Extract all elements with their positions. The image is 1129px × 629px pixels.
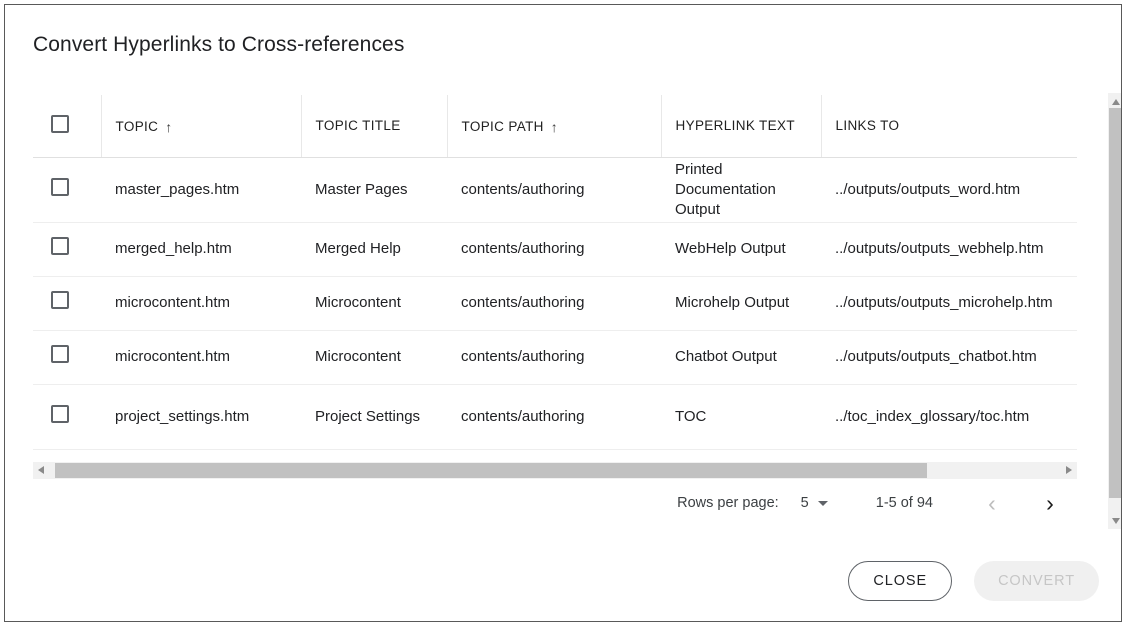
header-hyperlink-text-label: HYPERLINK TEXT bbox=[676, 118, 807, 133]
cell-links-to: ../outputs/outputs_webhelp.htm bbox=[821, 222, 1077, 276]
close-button[interactable]: CLOSE bbox=[848, 561, 952, 601]
header-topic-title-label: TOPIC TITLE bbox=[316, 118, 433, 133]
cell-topic-title: Master Pages bbox=[301, 157, 447, 222]
cell-topic-path: contents/authoring bbox=[447, 384, 661, 449]
table-scroll-container[interactable]: TOPIC ↑ TOPIC TITLE TOPIC PATH ↑ HYPERLINK… bbox=[33, 95, 1077, 461]
cell-topic-title: Project Settings bbox=[301, 384, 447, 449]
row-checkbox-cell[interactable] bbox=[33, 157, 101, 222]
hyperlinks-table-region: TOPIC ↑ TOPIC TITLE TOPIC PATH ↑ HYPERLINK… bbox=[33, 95, 1077, 527]
next-page-button[interactable]: › bbox=[1031, 484, 1069, 522]
row-checkbox-cell[interactable] bbox=[33, 384, 101, 449]
vertical-scrollbar-thumb[interactable] bbox=[1109, 108, 1122, 498]
table-paginator: Rows per page: 5 1-5 of 94 ‹ › bbox=[33, 479, 1077, 527]
cell-links-to: ../outputs/outputs_chatbot.htm bbox=[821, 330, 1077, 384]
row-checkbox[interactable] bbox=[51, 405, 69, 423]
cell-topic-path: contents/authoring bbox=[447, 276, 661, 330]
cell-topic: microcontent.htm bbox=[101, 330, 301, 384]
row-checkbox-cell[interactable] bbox=[33, 330, 101, 384]
rows-per-page-value: 5 bbox=[801, 495, 809, 511]
header-topic-path-label: TOPIC PATH bbox=[462, 119, 544, 134]
sort-ascending-icon[interactable]: ↑ bbox=[551, 119, 558, 135]
table-row[interactable]: microcontent.htm Microcontent contents/a… bbox=[33, 330, 1077, 384]
header-select-all-cell[interactable] bbox=[33, 95, 101, 157]
cell-topic-path: contents/authoring bbox=[447, 157, 661, 222]
scroll-left-arrow-icon[interactable] bbox=[33, 462, 50, 479]
cell-topic-path: contents/authoring bbox=[447, 330, 661, 384]
dialog-footer: CLOSE CONVERT bbox=[848, 561, 1099, 601]
cell-hyperlink-text: TOC bbox=[661, 384, 821, 449]
table-row[interactable]: master_pages.htm Master Pages contents/a… bbox=[33, 157, 1077, 222]
cell-hyperlink-text: Microhelp Output bbox=[661, 276, 821, 330]
cell-links-to: ../outputs/outputs_microhelp.htm bbox=[821, 276, 1077, 330]
header-links-to-label: LINKS TO bbox=[836, 118, 1078, 133]
table-header-row: TOPIC ↑ TOPIC TITLE TOPIC PATH ↑ HYPERLINK… bbox=[33, 95, 1077, 157]
cell-hyperlink-text: Printed Documentation Output bbox=[661, 157, 821, 222]
select-all-checkbox[interactable] bbox=[51, 115, 69, 133]
chevron-down-icon[interactable] bbox=[818, 501, 828, 506]
cell-topic: master_pages.htm bbox=[101, 157, 301, 222]
scroll-right-arrow-icon[interactable] bbox=[1060, 462, 1077, 479]
rows-per-page-label: Rows per page: bbox=[677, 495, 779, 511]
table-row[interactable]: microcontent.htm Microcontent contents/a… bbox=[33, 276, 1077, 330]
hyperlinks-table: TOPIC ↑ TOPIC TITLE TOPIC PATH ↑ HYPERLINK… bbox=[33, 95, 1077, 450]
convert-button[interactable]: CONVERT bbox=[974, 561, 1099, 601]
row-checkbox-cell[interactable] bbox=[33, 222, 101, 276]
row-checkbox[interactable] bbox=[51, 291, 69, 309]
cell-hyperlink-text: Chatbot Output bbox=[661, 330, 821, 384]
sort-ascending-icon[interactable]: ↑ bbox=[165, 119, 172, 135]
row-checkbox[interactable] bbox=[51, 178, 69, 196]
header-links-to[interactable]: LINKS TO bbox=[821, 95, 1077, 157]
convert-hyperlinks-dialog: Convert Hyperlinks to Cross-references T… bbox=[4, 4, 1122, 622]
cell-topic-path: contents/authoring bbox=[447, 222, 661, 276]
horizontal-scrollbar-thumb[interactable] bbox=[55, 463, 927, 478]
row-checkbox-cell[interactable] bbox=[33, 276, 101, 330]
cell-topic-title: Microcontent bbox=[301, 330, 447, 384]
cell-topic: microcontent.htm bbox=[101, 276, 301, 330]
header-topic-title[interactable]: TOPIC TITLE bbox=[301, 95, 447, 157]
cell-hyperlink-text: WebHelp Output bbox=[661, 222, 821, 276]
header-topic-label: TOPIC bbox=[116, 119, 159, 134]
cell-topic: merged_help.htm bbox=[101, 222, 301, 276]
previous-page-button[interactable]: ‹ bbox=[973, 484, 1011, 522]
cell-links-to: ../outputs/outputs_word.htm bbox=[821, 157, 1077, 222]
scroll-down-arrow-icon[interactable] bbox=[1108, 512, 1122, 529]
table-row[interactable]: project_settings.htm Project Settings co… bbox=[33, 384, 1077, 449]
header-hyperlink-text[interactable]: HYPERLINK TEXT bbox=[661, 95, 821, 157]
header-topic[interactable]: TOPIC ↑ bbox=[101, 95, 301, 157]
table-horizontal-scrollbar[interactable] bbox=[33, 461, 1077, 479]
dialog-title: Convert Hyperlinks to Cross-references bbox=[33, 31, 404, 59]
cell-topic: project_settings.htm bbox=[101, 384, 301, 449]
table-row[interactable]: merged_help.htm Merged Help contents/aut… bbox=[33, 222, 1077, 276]
header-topic-path[interactable]: TOPIC PATH ↑ bbox=[447, 95, 661, 157]
dialog-vertical-scrollbar[interactable] bbox=[1108, 93, 1122, 529]
cell-topic-title: Merged Help bbox=[301, 222, 447, 276]
row-checkbox[interactable] bbox=[51, 237, 69, 255]
row-checkbox[interactable] bbox=[51, 345, 69, 363]
pagination-range-label: 1-5 of 94 bbox=[876, 495, 933, 511]
cell-topic-title: Microcontent bbox=[301, 276, 447, 330]
rows-per-page-select[interactable]: 5 bbox=[801, 495, 828, 511]
cell-links-to: ../toc_index_glossary/toc.htm bbox=[821, 384, 1077, 449]
